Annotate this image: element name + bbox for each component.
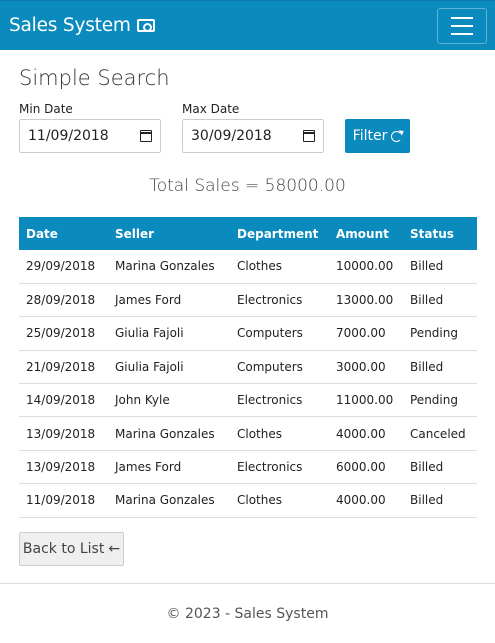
navbar: Sales System <box>0 0 495 50</box>
cell-date: 29/09/2018 <box>19 250 108 284</box>
cell-status: Pending <box>403 316 477 351</box>
brand-link[interactable]: Sales System <box>9 15 155 36</box>
cell-department: Clothes <box>230 483 329 518</box>
cell-department: Electronics <box>230 283 329 318</box>
cell-status: Pending <box>403 383 477 418</box>
cell-seller: Marina Gonzales <box>108 483 230 518</box>
max-date-input[interactable]: 30/09/2018 <box>182 119 324 153</box>
cell-department: Computers <box>230 350 329 385</box>
cell-status: Canceled <box>403 416 477 451</box>
cell-department: Computers <box>230 316 329 351</box>
cell-amount: 3000.00 <box>329 350 403 385</box>
back-to-list-button[interactable]: Back to List ← <box>19 532 124 566</box>
footer: © 2023 - Sales System <box>166 606 329 622</box>
cell-status: Billed <box>403 450 477 485</box>
table-row: 13/09/2018 James Ford Electronics 6000.0… <box>19 450 477 485</box>
column-header-date: Date <box>19 217 108 250</box>
cell-date: 25/09/2018 <box>19 316 108 351</box>
cell-date: 14/09/2018 <box>19 383 108 418</box>
cell-status: Billed <box>403 250 477 284</box>
cell-seller: Marina Gonzales <box>108 416 230 451</box>
table-row: 25/09/2018 Giulia Fajoli Computers 7000.… <box>19 316 477 351</box>
table-row: 11/09/2018 Marina Gonzales Clothes 4000.… <box>19 483 477 518</box>
cell-department: Electronics <box>230 450 329 485</box>
back-button-label: Back to List <box>22 541 105 557</box>
column-header-amount: Amount <box>329 217 403 250</box>
hamburger-icon-bar <box>451 33 473 35</box>
column-header-seller: Seller <box>108 217 230 250</box>
column-header-status: Status <box>403 217 477 250</box>
cell-seller: John Kyle <box>108 383 230 418</box>
min-date-label: Min Date <box>19 102 73 116</box>
max-date-value: 30/09/2018 <box>191 128 272 144</box>
cell-date: 28/09/2018 <box>19 283 108 318</box>
hamburger-icon-bar <box>451 25 473 27</box>
min-date-input[interactable]: 11/09/2018 <box>19 119 161 153</box>
cell-seller: James Ford <box>108 450 230 485</box>
cell-seller: James Ford <box>108 283 230 318</box>
table-row: 28/09/2018 James Ford Electronics 13000.… <box>19 283 477 318</box>
cell-seller: Giulia Fajoli <box>108 316 230 351</box>
cell-amount: 7000.00 <box>329 316 403 351</box>
cell-seller: Marina Gonzales <box>108 250 230 284</box>
hamburger-icon-bar <box>451 17 473 19</box>
navbar-toggle-button[interactable] <box>437 8 487 44</box>
filter-button-label: Filter <box>352 128 388 144</box>
arrow-left-icon: ← <box>108 541 121 557</box>
max-date-label: Max Date <box>182 102 240 116</box>
cell-amount: 4000.00 <box>329 483 403 518</box>
min-date-value: 11/09/2018 <box>28 128 109 144</box>
cell-amount: 11000.00 <box>329 383 403 418</box>
cell-department: Clothes <box>230 416 329 451</box>
cell-date: 13/09/2018 <box>19 450 108 485</box>
table-row: 13/09/2018 Marina Gonzales Clothes 4000.… <box>19 416 477 451</box>
column-header-department: Department <box>230 217 329 250</box>
cell-amount: 4000.00 <box>329 416 403 451</box>
brand-text: Sales System <box>9 15 131 36</box>
table-row: 29/09/2018 Marina Gonzales Clothes 10000… <box>19 250 477 284</box>
sales-table: Date Seller Department Amount Status 29/… <box>19 217 477 518</box>
cell-amount: 13000.00 <box>329 283 403 318</box>
cell-status: Billed <box>403 483 477 518</box>
cell-seller: Giulia Fajoli <box>108 350 230 385</box>
total-sales: Total Sales = 58000.00 <box>149 176 346 196</box>
money-bill-icon <box>136 19 155 32</box>
cell-amount: 10000.00 <box>329 250 403 284</box>
cell-date: 13/09/2018 <box>19 416 108 451</box>
table-row: 21/09/2018 Giulia Fajoli Computers 3000.… <box>19 350 477 385</box>
footer-divider <box>0 583 495 584</box>
cell-date: 11/09/2018 <box>19 483 108 518</box>
refresh-icon <box>391 130 403 142</box>
filter-button[interactable]: Filter <box>345 119 410 153</box>
cell-department: Electronics <box>230 383 329 418</box>
cell-date: 21/09/2018 <box>19 350 108 385</box>
page-title: Simple Search <box>19 66 170 90</box>
cell-status: Billed <box>403 350 477 385</box>
calendar-icon[interactable] <box>140 130 152 142</box>
cell-department: Clothes <box>230 250 329 284</box>
table-row: 14/09/2018 John Kyle Electronics 11000.0… <box>19 383 477 418</box>
cell-status: Billed <box>403 283 477 318</box>
table-header-row: Date Seller Department Amount Status <box>19 217 477 250</box>
cell-amount: 6000.00 <box>329 450 403 485</box>
calendar-icon[interactable] <box>303 130 315 142</box>
